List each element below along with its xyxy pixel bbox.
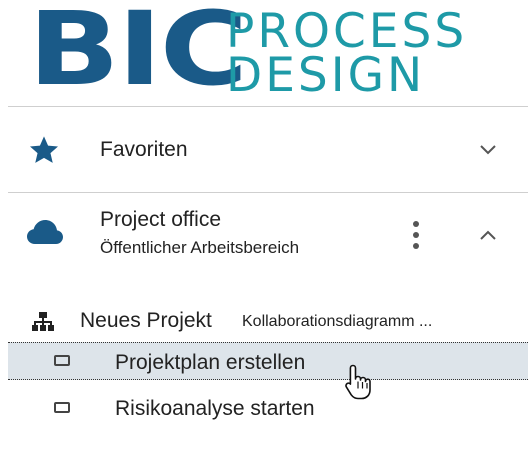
more-vertical-icon[interactable] bbox=[412, 220, 420, 255]
hand-pointer-icon bbox=[344, 363, 372, 406]
task-label: Projektplan erstellen bbox=[115, 351, 306, 374]
logo-design-text: DESIGN bbox=[226, 48, 426, 103]
chevron-up-icon[interactable] bbox=[478, 228, 498, 247]
cloud-icon bbox=[26, 218, 64, 251]
favorites-section-header[interactable]: Favoriten bbox=[8, 108, 528, 192]
bic-process-design-logo: BIC PROCESS DESIGN bbox=[0, 0, 528, 105]
diagram-type: Kollaborationsdiagramm ... bbox=[242, 313, 433, 330]
workspace-header[interactable]: Project office Öffentlicher Arbeitsberei… bbox=[8, 194, 528, 282]
diagram-node[interactable]: Neues Projekt Kollaborationsdiagramm ... bbox=[8, 302, 528, 340]
divider bbox=[8, 106, 528, 107]
tree-item-projektplan[interactable]: Projektplan erstellen bbox=[8, 342, 528, 380]
tree-item-risikoanalyse[interactable]: Risikoanalyse starten bbox=[8, 390, 528, 428]
star-icon bbox=[28, 134, 60, 171]
logo-bic-text: BIC bbox=[28, 0, 248, 109]
task-icon bbox=[54, 355, 70, 366]
divider bbox=[8, 192, 528, 193]
task-icon bbox=[54, 402, 70, 413]
hierarchy-icon bbox=[32, 312, 54, 337]
workspace-subtitle: Öffentlicher Arbeitsbereich bbox=[100, 238, 300, 257]
favorites-label: Favoriten bbox=[100, 138, 188, 161]
workspace-title: Project office bbox=[100, 208, 222, 231]
task-label: Risikoanalyse starten bbox=[115, 397, 315, 420]
chevron-down-icon[interactable] bbox=[478, 142, 498, 161]
diagram-name: Neues Projekt bbox=[80, 309, 212, 332]
